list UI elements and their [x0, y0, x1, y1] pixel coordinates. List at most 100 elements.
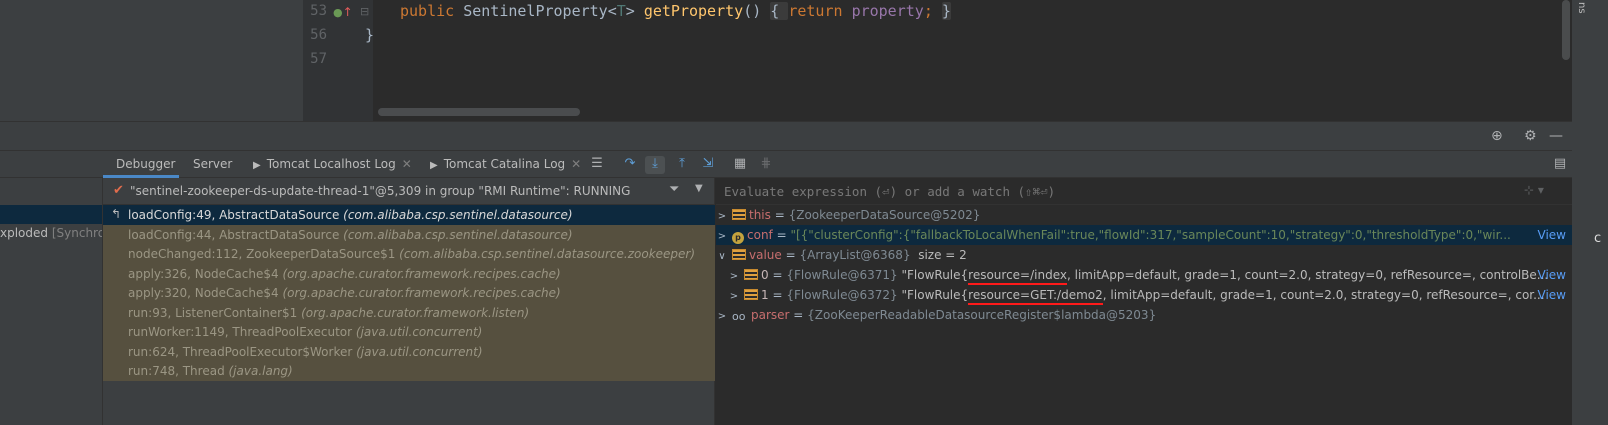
stack-frame[interactable]: runWorker:1149, ThreadPoolExecutor (java… [103, 322, 715, 342]
thread-selector[interactable]: ✔ "sentinel-zookeeper-ds-update-thread-1… [103, 178, 715, 205]
tab-debugger[interactable]: Debugger [116, 157, 175, 171]
field-icon [744, 269, 758, 280]
variable-value-prefix: "FlowRule{ [901, 268, 969, 282]
frame-method: runWorker:1149, ThreadPoolExecutor [128, 325, 356, 339]
step-into-icon[interactable]: ⤓ [645, 156, 665, 174]
code-token: return [788, 2, 852, 20]
filter-icon[interactable]: ⏷ [669, 182, 679, 197]
code-editor[interactable]: ●↑ ⊟ 53 56 57 public SentinelProperty<T>… [0, 0, 1608, 121]
chevron-right-icon[interactable]: > [716, 211, 728, 222]
stack-frame[interactable]: ↰ loadConfig:49, AbstractDataSource (com.… [103, 205, 715, 225]
frame-package: (com.alibaba.csp.sentinel.datasource.zoo… [399, 247, 696, 261]
code-token: SentinelProperty [463, 2, 608, 20]
variable-type: {ZooKeeperReadableDatasourceRegister$lam… [807, 308, 1157, 322]
highlighted-resource: resource=/index [968, 268, 1067, 285]
debug-tabs-bar: Debugger Server ▶ Tomcat Localhost Log ✕ ▶… [0, 150, 1572, 178]
frame-package: (java.util.concurrent) [356, 344, 483, 359]
evaluate-row[interactable]: Evaluate expression (⏎) or add a watch (… [716, 178, 1572, 205]
thread-status-icon: ✔ [113, 183, 124, 198]
chevron-right-icon[interactable]: > [728, 291, 740, 302]
variable-type: {ArrayList@6368} [799, 248, 911, 262]
variable-row-value[interactable]: ∨ value = {ArrayList@6368} size = 2 [716, 245, 1572, 265]
minimize-icon[interactable]: — [1549, 128, 1563, 144]
stack-frame[interactable]: run:624, ThreadPoolExecutor$Worker (java… [103, 341, 715, 362]
code-token: ; [923, 2, 942, 20]
variable-row-this[interactable]: > this = {ZookeeperDataSource@5202} [716, 205, 1572, 225]
close-icon[interactable]: ✕ [402, 157, 412, 171]
chevron-down-icon[interactable]: ∨ [716, 251, 728, 262]
horizontal-scrollbar[interactable] [378, 108, 580, 116]
chevron-right-icon[interactable]: > [716, 311, 728, 322]
fold-icon[interactable]: ⊟ [360, 5, 369, 18]
frame-method: run:748, Thread [128, 364, 229, 378]
tab-label: Tomcat Localhost Log [266, 157, 396, 171]
frame-package: (com.alibaba.csp.sentinel.datasource) [343, 227, 573, 242]
step-out-icon[interactable]: ⤒ [672, 156, 692, 174]
right-strip-label[interactable]: ns [1576, 2, 1587, 14]
tab-label: Tomcat Catalina Log [443, 157, 566, 171]
code-token: } [941, 2, 951, 20]
code-line[interactable]: public SentinelProperty<T> getProperty()… [400, 2, 951, 20]
line-number: 56 [310, 27, 327, 43]
chevron-right-icon[interactable]: > [728, 271, 740, 282]
run-to-cursor-icon[interactable]: ⇲ [698, 156, 718, 174]
layout-icon[interactable]: ▤ [1550, 156, 1570, 174]
target-icon[interactable]: ⊕ [1491, 128, 1503, 144]
service-row[interactable]: xploded [Synchro [0, 226, 102, 240]
services-pane: xploded [Synchro [0, 178, 103, 425]
vertical-scrollbar[interactable] [1562, 0, 1570, 60]
chevron-down-icon[interactable]: ▼ [695, 183, 703, 194]
variable-value-rest: , limitApp=default, grade=1, count=2.0, … [1102, 288, 1545, 302]
gear-icon[interactable]: ⚙ [1524, 128, 1537, 144]
stack-frame[interactable]: run:93, ListenerContainer$1 (org.apache.… [103, 302, 715, 323]
lambda-icon: oo [732, 310, 746, 323]
stack-frame[interactable]: apply:326, NodeCache$4 (org.apache.curat… [103, 263, 715, 284]
console-icon: ▶ [430, 160, 438, 171]
variable-name: this [749, 208, 771, 222]
close-icon[interactable]: ✕ [571, 157, 581, 171]
stack-frame[interactable]: nodeChanged:112, ZookeeperDataSource$1 (… [103, 244, 715, 264]
selected-service-row[interactable] [0, 205, 102, 224]
variable-row-parser[interactable]: > oo parser = {ZooKeeperReadableDatasource… [716, 305, 1572, 325]
code-token: { [770, 2, 789, 20]
code-line[interactable]: } [365, 26, 374, 44]
override-gutter-icon[interactable]: ●↑ [333, 5, 353, 19]
stack-frame[interactable]: apply:320, NodeCache$4 (org.apache.curat… [103, 283, 715, 303]
view-link[interactable]: View [1538, 288, 1566, 302]
frame-package: (java.lang) [228, 364, 293, 378]
add-watch-icon[interactable]: ⊹ ▾ [1524, 183, 1544, 197]
view-link[interactable]: View [1538, 268, 1566, 282]
tab-tomcat-catalina-log[interactable]: ▶ Tomcat Catalina Log ✕ [430, 157, 581, 171]
code-token: } [365, 26, 375, 44]
variable-type: {FlowRule@6371} [786, 268, 898, 282]
variable-row-item-1[interactable]: >1 = {FlowRule@6372} "FlowRule{resource=… [716, 285, 1572, 305]
variable-value-prefix: "FlowRule{ [901, 288, 969, 302]
chevron-right-icon[interactable]: > [716, 231, 728, 242]
frame-method: loadConfig:44, AbstractDataSource [128, 227, 344, 242]
variable-row-item-0[interactable]: >0 = {FlowRule@6371} "FlowRule{resource=… [716, 265, 1572, 285]
evaluate-expression-icon[interactable]: ▦ [730, 156, 750, 174]
frame-method: run:93, ListenerContainer$1 [128, 305, 302, 320]
code-token: T [616, 2, 626, 20]
stack-frame[interactable]: loadConfig:44, AbstractDataSource (com.a… [103, 224, 715, 245]
tab-tomcat-localhost-log[interactable]: ▶ Tomcat Localhost Log ✕ [253, 157, 412, 171]
frame-method: nodeChanged:112, ZookeeperDataSource$1 [128, 247, 400, 261]
variable-row-conf[interactable]: > p conf = "[{"clusterConfig":{"fallbackTo… [716, 225, 1572, 245]
variable-name: 1 [761, 288, 769, 302]
current-frame-icon: ↰ [111, 207, 122, 221]
frame-method: run:624, ThreadPoolExecutor$Worker [128, 344, 357, 359]
view-link[interactable]: View [1538, 228, 1566, 242]
variable-type: {FlowRule@6372} [786, 288, 898, 302]
variable-value: "[{"clusterConfig":{"fallbackToLocalWhen… [790, 228, 1511, 242]
right-tool-strip: ns [1572, 0, 1608, 425]
edge-text: c [1594, 231, 1602, 246]
step-over-icon[interactable]: ↷ [620, 156, 640, 174]
trace-icon[interactable]: ⋕ [756, 156, 776, 174]
stack-frame[interactable]: run:748, Thread (java.lang) [103, 361, 715, 381]
show-execution-point-icon[interactable]: ☰ [587, 156, 607, 174]
tab-server[interactable]: Server [193, 157, 232, 171]
code-token: public [400, 2, 464, 20]
evaluate-input[interactable]: Evaluate expression (⏎) or add a watch (… [724, 184, 1055, 199]
frame-method: apply:326, NodeCache$4 [128, 266, 283, 281]
line-number: 53 [310, 3, 327, 19]
